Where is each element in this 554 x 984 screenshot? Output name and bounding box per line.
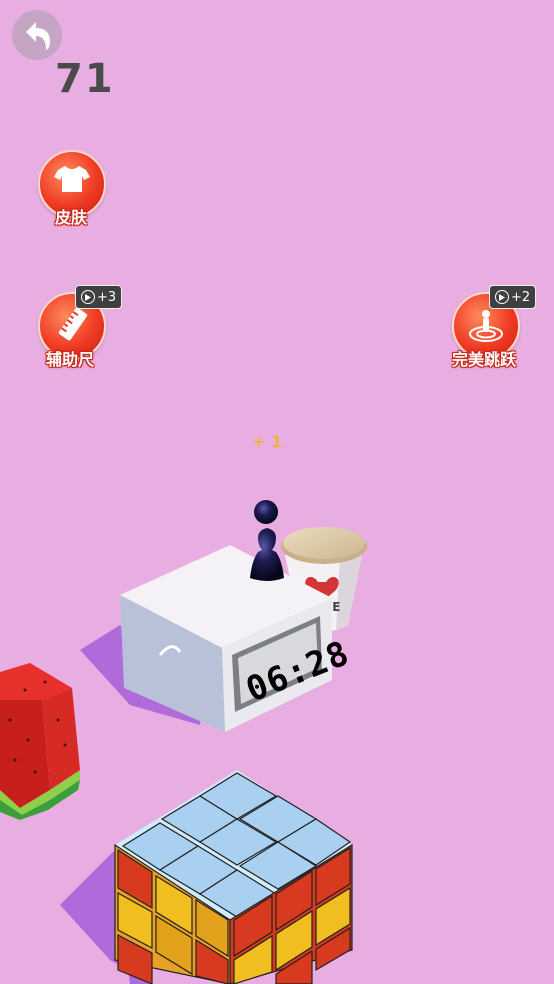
target-icon [469,310,503,342]
watermelon-block [0,663,80,820]
perfect-jump-ad-badge[interactable]: +2 [489,285,537,309]
play-ad-icon [495,290,509,304]
tshirt-icon [54,166,90,192]
ruler-icon [58,307,88,341]
ruler-badge-count: +3 [97,289,117,305]
player-pawn[interactable] [250,528,284,581]
skin-powerup[interactable]: 皮肤 [37,150,107,230]
next-jump-ball [254,500,278,524]
play-ad-icon [81,290,95,304]
perfect-jump-powerup[interactable]: +2 完美跳跃 [442,284,542,374]
undo-arrow-icon [26,22,50,50]
back-button[interactable] [12,10,62,60]
ruler-ad-badge[interactable]: +3 [75,285,123,309]
floating-bonus-text: + 1 [252,432,283,451]
game-scene[interactable]: VE 06:28 [0,0,554,984]
skin-label: 皮肤 [54,208,87,227]
perfect-jump-label: 完美跳跃 [451,350,516,369]
score-counter: 71 [55,56,115,102]
ruler-powerup[interactable]: +3 辅助尺 [37,284,127,374]
ruler-label: 辅助尺 [45,350,94,369]
perfect-jump-badge-count: +2 [511,289,531,305]
rubiks-cube [114,770,353,984]
